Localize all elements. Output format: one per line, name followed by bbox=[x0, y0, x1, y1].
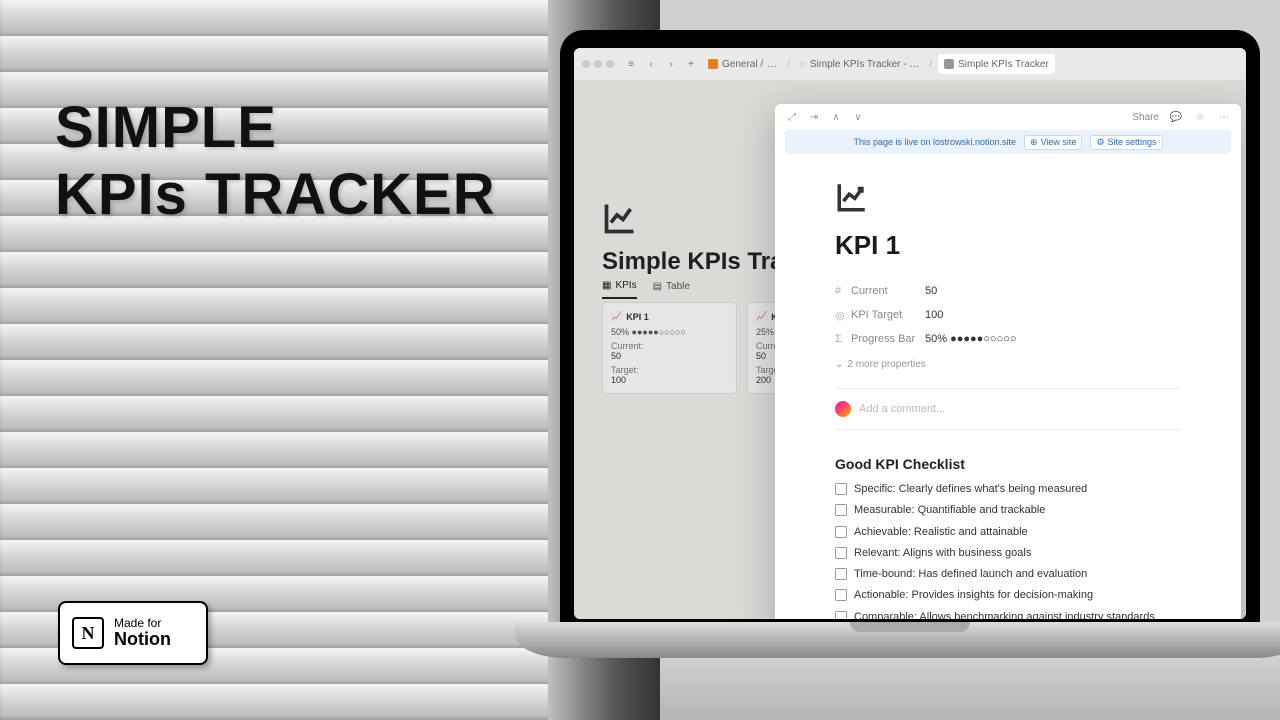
property-row[interactable]: # Current 50 bbox=[835, 279, 1181, 303]
checklist-item-label: Specific: Clearly defines what's being m… bbox=[854, 482, 1087, 496]
checklist-item[interactable]: Comparable: Allows benchmarking against … bbox=[835, 610, 1181, 619]
hero-title: SIMPLE KPIs TRACKER bbox=[55, 95, 496, 228]
folder-icon bbox=[708, 59, 718, 69]
checkbox-icon[interactable] bbox=[835, 611, 847, 619]
target-icon: ◎ bbox=[835, 309, 851, 322]
tab-table[interactable]: ▤Table bbox=[653, 280, 690, 299]
property-row[interactable]: Σ Progress Bar 50% ●●●●●○○○○○ bbox=[835, 327, 1181, 351]
star-icon[interactable]: ☆ bbox=[1193, 110, 1207, 124]
checklist-item-label: Time-bound: Has defined launch and evalu… bbox=[854, 567, 1087, 581]
notion-logo-icon: N bbox=[72, 617, 104, 649]
popup-page-title[interactable]: KPI 1 bbox=[835, 230, 1181, 261]
comment-icon[interactable]: 💬 bbox=[1169, 110, 1183, 124]
avatar bbox=[835, 401, 851, 417]
trend-icon: 📈 bbox=[756, 311, 767, 322]
made-for-notion-badge: N Made for Notion bbox=[58, 601, 208, 665]
sidebar-toggle-icon[interactable]: ≡ bbox=[624, 59, 638, 70]
checklist-heading: Good KPI Checklist bbox=[835, 456, 1181, 472]
laptop-bezel: ≡ ‹ › + General / … / ◌ Simple KPIs Trac… bbox=[560, 30, 1260, 625]
kpi-card[interactable]: 📈KPI 1 50% ●●●●●○○○○○ Current: 50 Target… bbox=[602, 302, 737, 394]
prop-label: Current bbox=[851, 285, 925, 297]
prop-label: Progress Bar bbox=[851, 333, 925, 345]
checkbox-icon[interactable] bbox=[835, 568, 847, 580]
tab-current-page[interactable]: Simple KPIs Tracker bbox=[938, 54, 1055, 74]
more-properties-toggle[interactable]: ⌄ 2 more properties bbox=[835, 359, 1181, 370]
formula-icon: Σ bbox=[835, 333, 851, 345]
hero-line2: KPIs TRACKER bbox=[55, 162, 496, 229]
checkbox-icon[interactable] bbox=[835, 589, 847, 601]
trend-icon: 📈 bbox=[611, 311, 622, 322]
laptop-notch bbox=[850, 622, 970, 632]
laptop-base bbox=[515, 622, 1280, 658]
progress-bar: 50% ●●●●●○○○○○ bbox=[611, 327, 728, 337]
new-tab-icon[interactable]: + bbox=[684, 59, 698, 70]
spinner-icon: ◌ bbox=[800, 59, 806, 70]
peek-icon[interactable]: ⇥ bbox=[807, 110, 821, 124]
publish-banner: This page is live on lostrowski.notion.s… bbox=[785, 130, 1231, 154]
prop-label: KPI Target bbox=[851, 309, 925, 321]
checkbox-icon[interactable] bbox=[835, 547, 847, 559]
comment-placeholder[interactable]: Add a comment... bbox=[859, 403, 945, 415]
checklist-item[interactable]: Measurable: Quantifiable and trackable bbox=[835, 503, 1181, 517]
popup-toolbar: ⤢ ⇥ ∧ ∨ Share 💬 ☆ ⋯ bbox=[775, 104, 1241, 130]
number-icon: # bbox=[835, 285, 851, 297]
tab-kpis[interactable]: ▦KPIs bbox=[602, 280, 637, 299]
banner-text: This page is live on lostrowski.notion.s… bbox=[853, 137, 1016, 147]
checkbox-icon[interactable] bbox=[835, 526, 847, 538]
browser-chrome: ≡ ‹ › + General / … / ◌ Simple KPIs Trac… bbox=[574, 48, 1246, 80]
gear-icon: ⚙ bbox=[1096, 137, 1104, 148]
crumb-ellipsis: … bbox=[767, 59, 777, 70]
laptop-screen: ≡ ‹ › + General / … / ◌ Simple KPIs Trac… bbox=[574, 48, 1246, 619]
property-row[interactable]: ◎ KPI Target 100 bbox=[835, 303, 1181, 327]
crumb-text: General / bbox=[722, 59, 763, 70]
checklist-item-label: Measurable: Quantifiable and trackable bbox=[854, 503, 1045, 517]
expand-icon[interactable]: ⤢ bbox=[785, 110, 799, 124]
prop-value: 50% ●●●●●○○○○○ bbox=[925, 333, 1017, 345]
checklist-item[interactable]: Relevant: Aligns with business goals bbox=[835, 546, 1181, 560]
tab1-label: Simple KPIs Tracker - … bbox=[810, 59, 919, 70]
badge-big: Notion bbox=[114, 630, 171, 649]
table-icon: ▤ bbox=[653, 281, 662, 295]
more-label: 2 more properties bbox=[847, 359, 925, 370]
comment-input-row[interactable]: Add a comment... bbox=[835, 388, 1181, 430]
share-button[interactable]: Share bbox=[1132, 112, 1159, 123]
window-traffic-lights[interactable] bbox=[582, 60, 614, 68]
next-icon[interactable]: ∨ bbox=[851, 110, 865, 124]
chevron-down-icon: ⌄ bbox=[835, 359, 843, 370]
forward-icon[interactable]: › bbox=[664, 59, 678, 70]
checklist-item-label: Comparable: Allows benchmarking against … bbox=[854, 610, 1155, 619]
badge-small: Made for bbox=[114, 617, 171, 630]
tab2-label: Simple KPIs Tracker bbox=[958, 59, 1049, 70]
checklist-item-label: Actionable: Provides insights for decisi… bbox=[854, 588, 1093, 602]
gallery-icon: ▦ bbox=[602, 280, 611, 294]
checklist-item[interactable]: Time-bound: Has defined launch and evalu… bbox=[835, 567, 1181, 581]
checklist-item-label: Relevant: Aligns with business goals bbox=[854, 546, 1031, 560]
page-popup: ⤢ ⇥ ∧ ∨ Share 💬 ☆ ⋯ This page is live on… bbox=[775, 104, 1241, 619]
tab-background-page[interactable]: ◌ Simple KPIs Tracker - … bbox=[796, 59, 923, 70]
more-icon[interactable]: ⋯ bbox=[1217, 110, 1231, 124]
site-settings-button[interactable]: ⚙Site settings bbox=[1090, 135, 1162, 150]
checkbox-icon[interactable] bbox=[835, 504, 847, 516]
view-site-button[interactable]: ⊕View site bbox=[1024, 135, 1082, 150]
prop-value[interactable]: 50 bbox=[925, 285, 937, 297]
page-chart-icon bbox=[602, 200, 638, 236]
breadcrumb[interactable]: General / … bbox=[704, 59, 781, 70]
checklist-item[interactable]: Actionable: Provides insights for decisi… bbox=[835, 588, 1181, 602]
prev-icon[interactable]: ∧ bbox=[829, 110, 843, 124]
globe-icon: ⊕ bbox=[1030, 137, 1038, 148]
bg-view-tabs: ▦KPIs ▤Table bbox=[602, 280, 690, 299]
page-icon bbox=[944, 59, 954, 69]
checkbox-icon[interactable] bbox=[835, 483, 847, 495]
page-chart-icon[interactable] bbox=[835, 180, 869, 214]
checklist-item[interactable]: Specific: Clearly defines what's being m… bbox=[835, 482, 1181, 496]
hero-line1: SIMPLE bbox=[55, 95, 496, 162]
laptop-mockup: ≡ ‹ › + General / … / ◌ Simple KPIs Trac… bbox=[545, 30, 1280, 670]
back-icon[interactable]: ‹ bbox=[644, 59, 658, 70]
prop-value[interactable]: 100 bbox=[925, 309, 943, 321]
checklist-item[interactable]: Achievable: Realistic and attainable bbox=[835, 525, 1181, 539]
checklist-item-label: Achievable: Realistic and attainable bbox=[854, 525, 1028, 539]
